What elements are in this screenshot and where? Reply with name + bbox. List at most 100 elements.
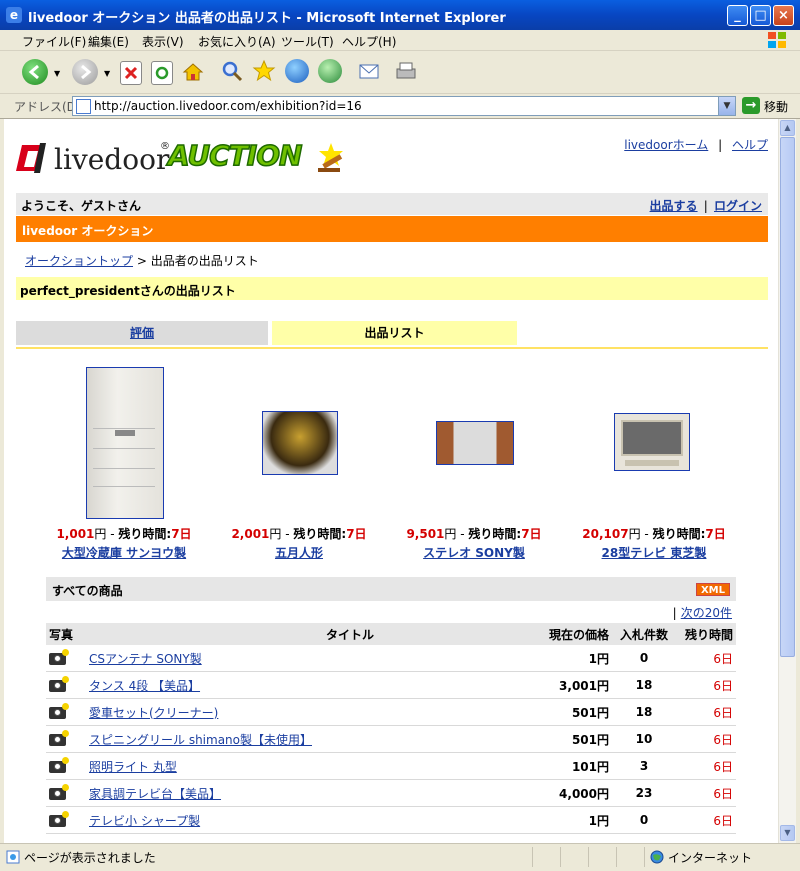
- all-items-header: すべての商品 XML: [46, 577, 736, 601]
- item-title-link[interactable]: タンス 4段 【美品】: [89, 679, 200, 693]
- row-bids: 18: [612, 671, 676, 699]
- table-header-row: 写真 タイトル 現在の価格 入札件数 残り時間: [46, 623, 736, 645]
- item-title-link[interactable]: CSアンテナ SONY製: [89, 652, 202, 666]
- item-title-link[interactable]: 家具調テレビ台【美品】: [89, 787, 221, 801]
- featured-item-name-3[interactable]: ステレオ SONY製: [394, 544, 554, 561]
- close-button[interactable]: ×: [773, 5, 794, 26]
- go-arrow-icon[interactable]: →: [742, 97, 760, 114]
- menu-tools[interactable]: ツール(T): [281, 33, 334, 50]
- row-title[interactable]: CSアンテナ SONY製: [86, 645, 536, 672]
- media-icon[interactable]: [285, 59, 309, 83]
- row-photo[interactable]: [46, 752, 86, 780]
- favorites-icon[interactable]: [252, 59, 276, 83]
- minimize-button[interactable]: _: [727, 5, 748, 26]
- featured-item-image-3[interactable]: [436, 421, 514, 465]
- tab-rating-label[interactable]: 評価: [130, 326, 154, 340]
- back-dropdown-icon[interactable]: ▼: [54, 69, 60, 78]
- table-row: タンス 4段 【美品】 3,001円 18 6日: [46, 671, 736, 699]
- menu-edit[interactable]: 編集(E): [88, 33, 129, 50]
- home-icon[interactable]: [182, 61, 204, 83]
- vertical-scrollbar[interactable]: ▲ ▼: [778, 119, 796, 843]
- camera-icon[interactable]: [49, 648, 69, 665]
- featured-item-name-4[interactable]: 28型テレビ 東芝製: [569, 544, 739, 561]
- camera-icon[interactable]: [49, 783, 69, 800]
- row-photo[interactable]: [46, 779, 86, 807]
- menu-favorites[interactable]: お気に入り(A): [198, 33, 276, 50]
- row-photo[interactable]: [46, 806, 86, 834]
- row-title[interactable]: テレビ小 シャープ製: [86, 806, 536, 834]
- menu-help[interactable]: ヘルプ(H): [342, 33, 396, 50]
- featured-item-name-2[interactable]: 五月人形: [219, 544, 379, 561]
- help-link[interactable]: ヘルプ: [732, 138, 768, 152]
- top-links: livedoorホーム | ヘルプ: [624, 136, 768, 153]
- row-photo[interactable]: [46, 671, 86, 699]
- print-icon[interactable]: [394, 61, 418, 83]
- row-title[interactable]: タンス 4段 【美品】: [86, 671, 536, 699]
- row-title[interactable]: 照明ライト 丸型: [86, 752, 536, 780]
- row-remaining: 6日: [676, 645, 736, 672]
- menu-view[interactable]: 表示(V): [142, 33, 184, 50]
- search-icon[interactable]: [220, 59, 244, 83]
- address-dropdown-icon[interactable]: ▼: [718, 97, 735, 115]
- scroll-thumb[interactable]: [780, 137, 795, 657]
- scroll-up-icon[interactable]: ▲: [780, 120, 795, 136]
- featured-item-image-4[interactable]: [614, 413, 690, 471]
- item-title-link[interactable]: 愛車セット(クリーナー): [89, 706, 218, 720]
- breadcrumb-auction-top[interactable]: オークショントップ: [25, 254, 133, 268]
- featured-item-link-4[interactable]: 28型テレビ 東芝製: [602, 546, 707, 560]
- forward-dropdown-icon[interactable]: ▼: [104, 69, 110, 78]
- livedoor-auction-logo[interactable]: livedoor ® AUCTION: [16, 137, 376, 177]
- camera-icon[interactable]: [49, 702, 69, 719]
- livedoor-home-link[interactable]: livedoorホーム: [624, 138, 708, 152]
- window-title: livedoor オークション 出品者の出品リスト - Microsoft In…: [28, 11, 506, 26]
- menu-file[interactable]: ファイル(F): [22, 33, 86, 50]
- tab-listing[interactable]: 出品リスト: [272, 321, 517, 345]
- stop-icon[interactable]: [120, 61, 142, 85]
- maximize-button[interactable]: □: [750, 5, 771, 26]
- scroll-down-icon[interactable]: ▼: [780, 825, 795, 841]
- row-title[interactable]: 愛車セット(クリーナー): [86, 698, 536, 726]
- camera-icon[interactable]: [49, 729, 69, 746]
- login-link[interactable]: ログイン: [714, 199, 762, 213]
- camera-icon[interactable]: [49, 756, 69, 773]
- featured-item-link-1[interactable]: 大型冷蔵庫 サンヨウ製: [62, 546, 186, 560]
- featured-price-3: 9,501: [406, 527, 445, 541]
- featured-item-image-1[interactable]: [86, 367, 164, 519]
- refresh-icon[interactable]: [151, 61, 173, 85]
- camera-icon[interactable]: [49, 810, 69, 827]
- tab-listing-label: 出品リスト: [364, 326, 425, 340]
- row-photo[interactable]: [46, 645, 86, 672]
- toolbar: ▼ ▼: [0, 51, 800, 94]
- row-photo[interactable]: [46, 698, 86, 726]
- forward-icon[interactable]: [72, 59, 98, 85]
- featured-dash-1: -: [106, 527, 119, 541]
- xml-badge[interactable]: XML: [696, 583, 730, 596]
- history-icon[interactable]: [318, 59, 342, 83]
- camera-icon[interactable]: [49, 675, 69, 692]
- windows-logo-icon: [768, 32, 786, 48]
- row-photo[interactable]: [46, 725, 86, 753]
- item-title-link[interactable]: スピニングリール shimano製【未使用】: [89, 733, 312, 747]
- welcome-separator: |: [703, 199, 708, 213]
- featured-item-link-3[interactable]: ステレオ SONY製: [423, 546, 525, 560]
- address-input[interactable]: http://auction.livedoor.com/exhibition?i…: [72, 96, 736, 116]
- back-icon[interactable]: [22, 59, 48, 85]
- table-row: スピニングリール shimano製【未使用】 501円 10 6日: [46, 725, 736, 753]
- mail-icon[interactable]: [358, 61, 384, 83]
- pager: | 次の20件: [673, 604, 732, 621]
- row-title[interactable]: 家具調テレビ台【美品】: [86, 779, 536, 807]
- item-title-link[interactable]: 照明ライト 丸型: [89, 760, 177, 774]
- featured-item-link-2[interactable]: 五月人形: [275, 546, 323, 560]
- row-title[interactable]: スピニングリール shimano製【未使用】: [86, 725, 536, 753]
- featured-item-image-2[interactable]: [262, 411, 338, 475]
- featured-item-price-4: 20,107円 - 残り時間:7日: [569, 525, 739, 542]
- breadcrumb: オークショントップ > 出品者の出品リスト: [25, 252, 259, 269]
- featured-item-name-1[interactable]: 大型冷蔵庫 サンヨウ製: [44, 544, 204, 561]
- go-button[interactable]: 移動: [764, 98, 788, 115]
- tab-rating[interactable]: 評価: [16, 321, 268, 345]
- address-url[interactable]: http://auction.livedoor.com/exhibition?i…: [94, 99, 362, 113]
- item-title-link[interactable]: テレビ小 シャープ製: [89, 814, 200, 828]
- sell-link[interactable]: 出品する: [650, 199, 698, 213]
- gavel-icon: [318, 143, 343, 172]
- next-20-link[interactable]: 次の20件: [681, 606, 732, 620]
